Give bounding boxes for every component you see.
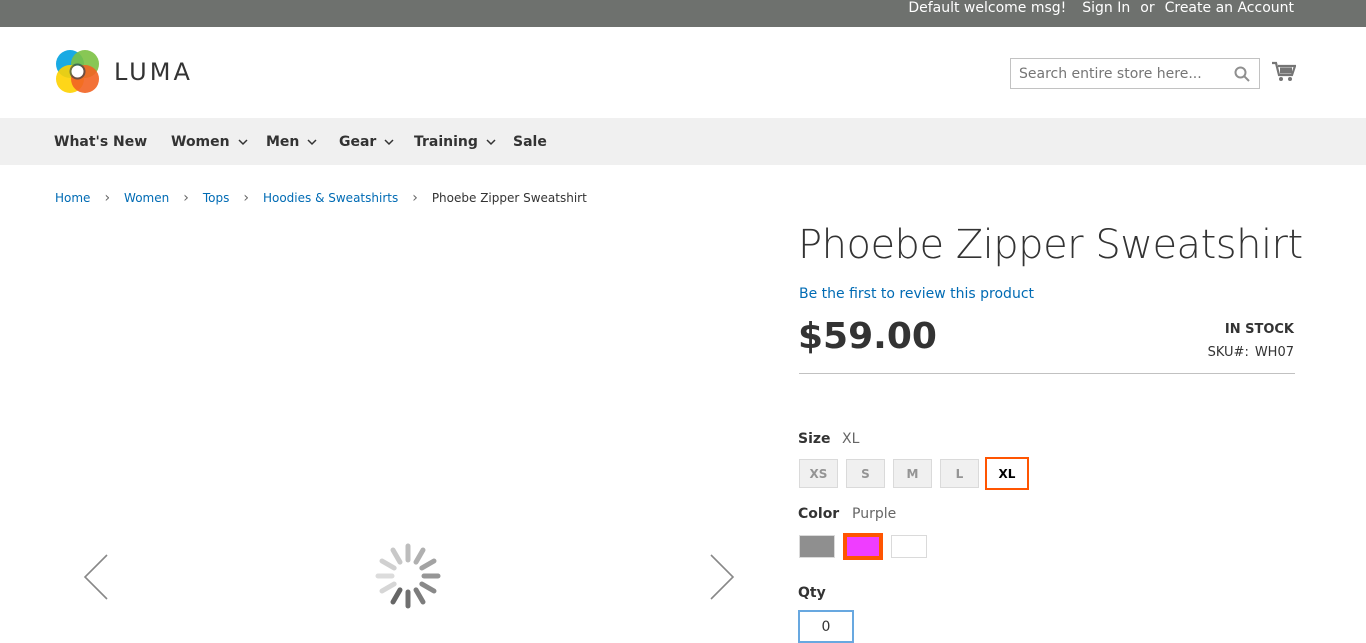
chevron-down-icon [486,138,496,145]
nav-item-whats-new[interactable]: What's New [54,118,147,165]
nav-item-gear[interactable]: Gear [339,118,394,165]
gallery-prev-arrow-icon[interactable] [83,553,109,601]
main-navigation: What's New Women Men Gear Training Sale [0,118,1366,165]
breadcrumb-women[interactable]: Women [124,191,169,205]
size-option-s[interactable]: S [846,459,885,488]
color-swatch-gray[interactable] [799,535,835,558]
qty-label: Qty [798,585,826,601]
stock-status: IN STOCK [1224,322,1294,337]
page-title: Phoebe Zipper Sweatshirt [798,222,1303,268]
nav-item-women[interactable]: Women [171,118,248,165]
chevron-down-icon [238,138,248,145]
nav-item-label: Gear [339,133,377,150]
size-option-xs[interactable]: XS [799,459,838,488]
size-selected-value: XL [842,431,860,447]
or-text: or [1140,0,1155,16]
header: LUMA [0,27,1366,118]
create-account-link[interactable]: Create an Account [1165,0,1294,16]
size-option-l[interactable]: L [940,459,979,488]
breadcrumb-tops[interactable]: Tops [203,191,230,205]
breadcrumb: Home › Women › Tops › Hoodies & Sweatshi… [55,190,587,206]
color-label: Color [798,506,840,522]
nav-item-label: Men [266,133,300,150]
nav-item-men[interactable]: Men [266,118,317,165]
color-selected-value: Purple [852,506,897,522]
nav-item-training[interactable]: Training [414,118,496,165]
logo[interactable]: LUMA [55,49,193,94]
chevron-right-icon: › [183,190,189,206]
top-bar: Default welcome msg! Sign In or Create a… [0,0,1366,27]
chevron-down-icon [307,138,317,145]
nav-item-label: Sale [513,133,547,150]
sign-in-link[interactable]: Sign In [1082,0,1130,16]
header-links: Default welcome msg! Sign In or Create a… [908,0,1294,16]
search-input[interactable] [1011,59,1221,88]
size-option-xl[interactable]: XL [985,457,1029,490]
nav-item-sale[interactable]: Sale [513,118,547,165]
color-swatch-purple[interactable] [843,533,883,560]
breadcrumb-home[interactable]: Home [55,191,90,205]
nav-item-label: Women [171,133,230,150]
luma-logo-icon [55,49,100,94]
loading-spinner-icon [373,541,443,611]
sku-value: WH07 [1254,345,1294,360]
chevron-down-icon [384,138,394,145]
chevron-right-icon: › [243,190,249,206]
welcome-message: Default welcome msg! [908,0,1067,16]
size-label: Size [798,431,831,447]
nav-item-label: Training [414,133,478,150]
chevron-right-icon: › [412,190,418,206]
search-box [1010,58,1260,89]
sku-label: SKU#: [1207,345,1249,360]
search-icon[interactable] [1234,66,1250,82]
size-option-m[interactable]: M [893,459,932,488]
review-link[interactable]: Be the first to review this product [799,286,1034,302]
breadcrumb-current: Phoebe Zipper Sweatshirt [431,191,587,205]
breadcrumb-hoodies-sweatshirts[interactable]: Hoodies & Sweatshirts [263,191,398,205]
logo-text: LUMA [114,57,193,86]
gallery-next-arrow-icon[interactable] [709,553,735,601]
shopping-cart-icon[interactable] [1272,61,1297,83]
qty-input[interactable] [798,610,854,643]
product-price: $59.00 [798,316,937,357]
divider [799,373,1295,374]
nav-item-label: What's New [54,133,148,150]
color-swatch-white[interactable] [891,535,927,558]
product-gallery [55,228,765,643]
chevron-right-icon: › [104,190,111,206]
sku: SKU#: WH07 [1208,345,1294,360]
